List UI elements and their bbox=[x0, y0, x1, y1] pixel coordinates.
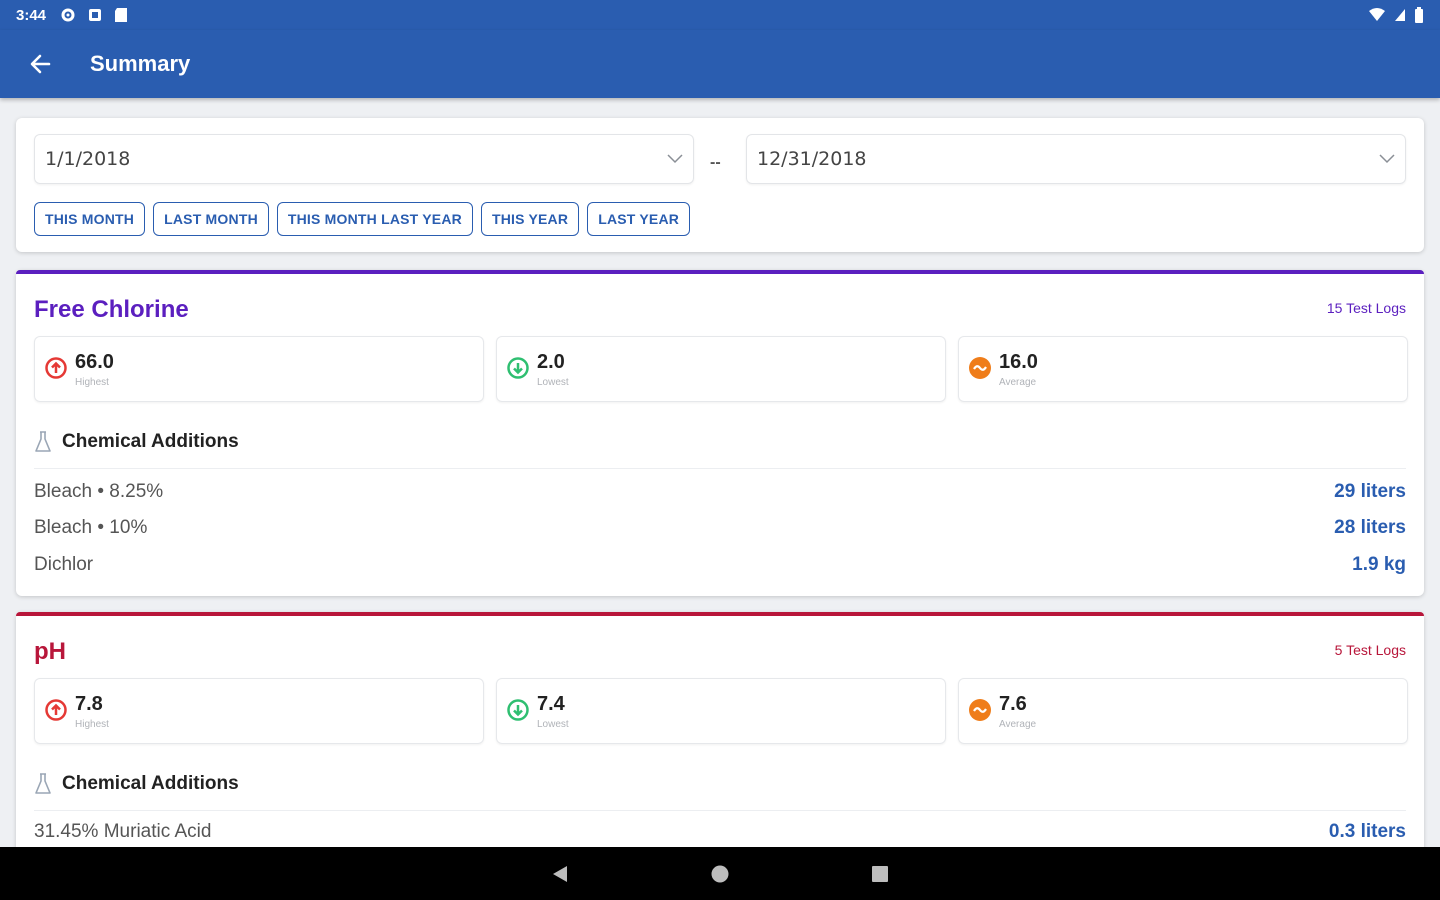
divider bbox=[34, 810, 1406, 811]
start-date-dropdown[interactable]: 1/1/2018 bbox=[34, 134, 694, 184]
lowest-stat: 7.4 Lowest bbox=[496, 678, 946, 744]
arrow-left-icon bbox=[30, 54, 51, 74]
page-title: Summary bbox=[90, 51, 191, 76]
last-month-button[interactable]: LAST MONTH bbox=[153, 202, 269, 236]
status-bar: 3:44 bbox=[0, 0, 1440, 30]
stat-value: 7.8 bbox=[75, 693, 103, 715]
stat-label: Average bbox=[999, 719, 1037, 730]
chemical-row: Bleach • 10% 28 liters bbox=[34, 514, 1406, 542]
chemical-additions-header: Chemical Additions bbox=[34, 430, 239, 454]
triangle-back-icon bbox=[553, 865, 567, 882]
start-date-value: 1/1/2018 bbox=[45, 148, 131, 170]
average-wave-icon bbox=[969, 357, 991, 379]
nav-back-button[interactable] bbox=[540, 854, 580, 894]
chemical-row: Bleach • 8.25% 29 liters bbox=[34, 478, 1406, 506]
wifi-icon bbox=[1369, 8, 1385, 21]
average-wave-icon bbox=[969, 699, 991, 721]
card-accent-bar bbox=[16, 270, 1424, 274]
chemical-additions-title: Chemical Additions bbox=[62, 773, 239, 794]
chemical-amount[interactable]: 1.9 kg bbox=[1352, 554, 1406, 576]
sd-card-icon bbox=[115, 8, 128, 22]
chemical-row: Dichlor 1.9 kg bbox=[34, 551, 1406, 579]
status-time: 3:44 bbox=[16, 6, 47, 24]
stat-label: Highest bbox=[75, 719, 109, 730]
summary-content[interactable]: 1/1/2018 -- 12/31/2018 THIS MONTH LAST M… bbox=[0, 98, 1440, 847]
chemical-row: 31.45% Muriatic Acid 0.3 liters bbox=[34, 818, 1406, 846]
free-chlorine-card: Free Chlorine 15 Test Logs 66.0 Highest … bbox=[16, 270, 1424, 596]
nav-recents-button[interactable] bbox=[860, 854, 900, 894]
ph-card: pH 5 Test Logs 7.8 Highest 7.4 Lowest 7.… bbox=[16, 612, 1424, 847]
this-month-last-year-button[interactable]: THIS MONTH LAST YEAR bbox=[276, 202, 473, 236]
settings-icon bbox=[61, 8, 75, 22]
highest-stat: 7.8 Highest bbox=[34, 678, 484, 744]
stat-value: 7.4 bbox=[537, 693, 565, 715]
chemical-amount[interactable]: 28 liters bbox=[1334, 517, 1406, 539]
stats-row: 7.8 Highest 7.4 Lowest 7.6 Average bbox=[34, 678, 1408, 744]
chemical-additions-header: Chemical Additions bbox=[34, 772, 239, 796]
card-accent-bar bbox=[16, 612, 1424, 616]
last-year-button[interactable]: LAST YEAR bbox=[587, 202, 691, 236]
stat-label: Lowest bbox=[537, 719, 569, 730]
square-recents-icon bbox=[872, 865, 888, 882]
date-range-card: 1/1/2018 -- 12/31/2018 THIS MONTH LAST M… bbox=[16, 118, 1424, 252]
quick-range-buttons: THIS MONTH LAST MONTH THIS MONTH LAST YE… bbox=[34, 202, 691, 236]
test-logs-link[interactable]: 5 Test Logs bbox=[1335, 642, 1406, 658]
this-month-button[interactable]: THIS MONTH bbox=[34, 202, 146, 236]
chemical-amount[interactable]: 29 liters bbox=[1334, 481, 1406, 503]
chemical-name: Bleach • 8.25% bbox=[34, 481, 164, 502]
stat-value: 7.6 bbox=[999, 693, 1027, 715]
stat-value: 16.0 bbox=[999, 351, 1038, 373]
divider bbox=[34, 468, 1406, 469]
notification-icon bbox=[89, 9, 102, 21]
lowest-stat: 2.0 Lowest bbox=[496, 336, 946, 402]
stat-label: Average bbox=[999, 377, 1037, 388]
test-logs-link[interactable]: 15 Test Logs bbox=[1327, 300, 1406, 316]
arrow-down-circle-icon bbox=[507, 357, 529, 379]
back-button[interactable] bbox=[0, 30, 80, 98]
chevron-down-icon bbox=[667, 154, 683, 164]
end-date-dropdown[interactable]: 12/31/2018 bbox=[746, 134, 1406, 184]
stat-label: Highest bbox=[75, 377, 109, 388]
battery-icon bbox=[1415, 7, 1423, 23]
parameter-name: Free Chlorine bbox=[34, 296, 189, 323]
app-bar: Summary bbox=[0, 30, 1440, 98]
end-date-value: 12/31/2018 bbox=[757, 148, 867, 170]
chemical-name: Dichlor bbox=[34, 554, 94, 575]
signal-icon bbox=[1395, 9, 1405, 21]
date-range-separator: -- bbox=[710, 154, 721, 171]
arrow-up-circle-icon bbox=[45, 357, 67, 379]
average-stat: 7.6 Average bbox=[958, 678, 1408, 744]
flask-icon bbox=[35, 431, 51, 452]
flask-icon bbox=[35, 773, 51, 794]
chevron-down-icon bbox=[1379, 154, 1395, 164]
highest-stat: 66.0 Highest bbox=[34, 336, 484, 402]
parameter-name: pH bbox=[34, 638, 66, 665]
circle-home-icon bbox=[711, 865, 729, 882]
stat-label: Lowest bbox=[537, 377, 569, 388]
stat-value: 66.0 bbox=[75, 351, 114, 373]
stats-row: 66.0 Highest 2.0 Lowest 16.0 Average bbox=[34, 336, 1408, 402]
chemical-name: Bleach • 10% bbox=[34, 517, 148, 538]
average-stat: 16.0 Average bbox=[958, 336, 1408, 402]
stat-value: 2.0 bbox=[537, 351, 565, 373]
arrow-down-circle-icon bbox=[507, 699, 529, 721]
chemical-amount[interactable]: 0.3 liters bbox=[1329, 821, 1406, 843]
chemical-name: 31.45% Muriatic Acid bbox=[34, 821, 212, 842]
system-navigation-bar bbox=[0, 847, 1440, 900]
chemical-additions-title: Chemical Additions bbox=[62, 431, 239, 452]
arrow-up-circle-icon bbox=[45, 699, 67, 721]
nav-home-button[interactable] bbox=[700, 854, 740, 894]
this-year-button[interactable]: THIS YEAR bbox=[480, 202, 580, 236]
